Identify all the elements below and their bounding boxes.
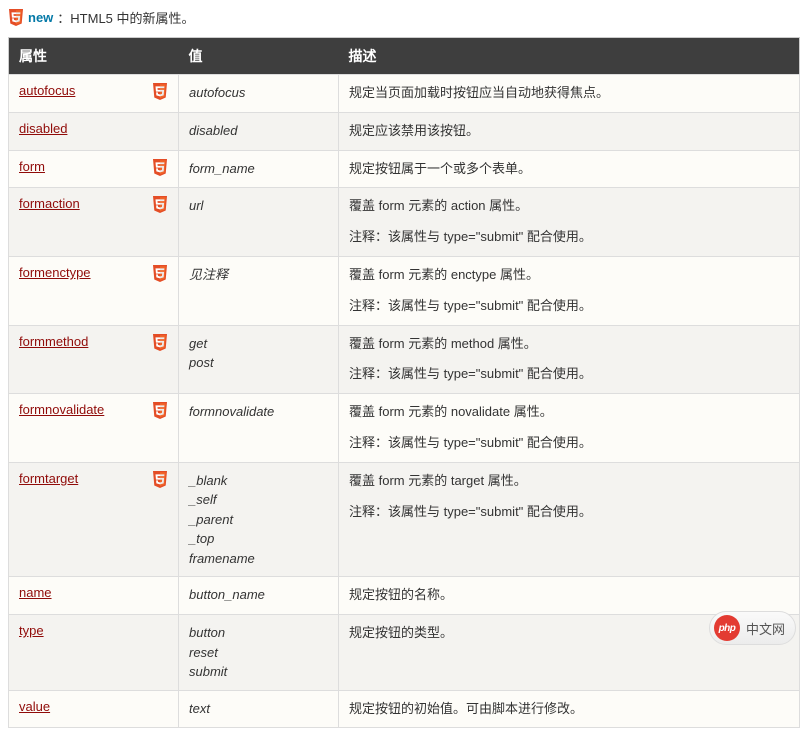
value-text: button_name bbox=[189, 585, 328, 605]
attr-link-form[interactable]: form bbox=[19, 159, 45, 174]
html5-badge-icon bbox=[152, 471, 168, 488]
value-text: _parent bbox=[189, 510, 328, 530]
attr-link-formenctype[interactable]: formenctype bbox=[19, 265, 91, 280]
html5-badge-icon bbox=[152, 159, 168, 176]
desc-text: 规定应该禁用该按钮。 bbox=[349, 121, 789, 142]
desc-text: 注释：该属性与 type="submit" 配合使用。 bbox=[349, 364, 789, 385]
html5-badge-icon bbox=[152, 196, 168, 213]
value-text: _top bbox=[189, 529, 328, 549]
table-row: typebuttonresetsubmit规定按钮的类型。 bbox=[9, 615, 800, 691]
table-row: value text 规定按钮的初始值。可由脚本进行修改。 bbox=[9, 690, 800, 728]
value-text: post bbox=[189, 353, 328, 373]
html5-badge-icon bbox=[152, 334, 168, 351]
table-row: autofocus autofocus 规定当页面加载时按钮应当自动地获得焦点。 bbox=[9, 75, 800, 113]
desc-text: 覆盖 form 元素的 novalidate 属性。 bbox=[349, 402, 789, 423]
watermark-logo-icon: php bbox=[714, 615, 740, 641]
html5-new-note: new ：HTML5 中的新属性。 bbox=[8, 8, 800, 27]
table-row: formenctype 见注释 覆盖 form 元素的 enctype 属性。注释：… bbox=[9, 256, 800, 325]
desc-text: 注释：该属性与 type="submit" 配合使用。 bbox=[349, 433, 789, 454]
desc-text: 注释：该属性与 type="submit" 配合使用。 bbox=[349, 227, 789, 248]
attr-link-value[interactable]: value bbox=[19, 699, 50, 714]
value-text: get bbox=[189, 334, 328, 354]
header-desc: 描述 bbox=[339, 38, 800, 75]
attributes-table: 属性 值 描述 autofocus autofocus 规定当页面加载时按钮应当自动… bbox=[8, 37, 800, 728]
watermark-text: 中文网 bbox=[746, 619, 785, 638]
desc-text: 覆盖 form 元素的 action 属性。 bbox=[349, 196, 789, 217]
header-attr: 属性 bbox=[9, 38, 179, 75]
html5-badge-icon bbox=[152, 265, 168, 282]
attr-link-formnovalidate[interactable]: formnovalidate bbox=[19, 402, 104, 417]
header-val: 值 bbox=[179, 38, 339, 75]
attr-link-formaction[interactable]: formaction bbox=[19, 196, 80, 211]
table-row: name button_name 规定按钮的名称。 bbox=[9, 577, 800, 615]
value-text: text bbox=[189, 699, 328, 719]
value-text: url bbox=[189, 196, 328, 216]
table-row: form form_name 规定按钮属于一个或多个表单。 bbox=[9, 150, 800, 188]
value-text: reset bbox=[189, 643, 328, 663]
attr-link-type[interactable]: type bbox=[19, 623, 44, 638]
value-text: formnovalidate bbox=[189, 402, 328, 422]
value-text: button bbox=[189, 623, 328, 643]
desc-text: 注释：该属性与 type="submit" 配合使用。 bbox=[349, 296, 789, 317]
html5-badge-icon bbox=[152, 402, 168, 419]
table-row: formnovalidate formnovalidate 覆盖 form 元素的 … bbox=[9, 394, 800, 463]
desc-text: 规定按钮属于一个或多个表单。 bbox=[349, 159, 789, 180]
new-description: ：HTML5 中的新属性。 bbox=[57, 8, 194, 27]
desc-text: 规定按钮的初始值。可由脚本进行修改。 bbox=[349, 699, 789, 720]
table-row: formaction url 覆盖 form 元素的 action 属性。注释：该属… bbox=[9, 188, 800, 257]
html5-badge-icon bbox=[8, 9, 24, 26]
value-text: _blank bbox=[189, 471, 328, 491]
watermark-badge: php 中文网 bbox=[709, 611, 796, 645]
new-label: new bbox=[28, 10, 53, 25]
table-row: disabled disabled 规定应该禁用该按钮。 bbox=[9, 112, 800, 150]
html5-badge-icon bbox=[152, 83, 168, 100]
attr-link-formmethod[interactable]: formmethod bbox=[19, 334, 88, 349]
desc-text: 覆盖 form 元素的 target 属性。 bbox=[349, 471, 789, 492]
value-text: 见注释 bbox=[189, 265, 328, 285]
value-text: autofocus bbox=[189, 83, 328, 103]
attr-link-formtarget[interactable]: formtarget bbox=[19, 471, 78, 486]
desc-text: 覆盖 form 元素的 method 属性。 bbox=[349, 334, 789, 355]
attr-link-autofocus[interactable]: autofocus bbox=[19, 83, 75, 98]
desc-text: 规定按钮的名称。 bbox=[349, 585, 789, 606]
desc-text: 规定当页面加载时按钮应当自动地获得焦点。 bbox=[349, 83, 789, 104]
attr-link-name[interactable]: name bbox=[19, 585, 52, 600]
value-text: _self bbox=[189, 490, 328, 510]
desc-text: 覆盖 form 元素的 enctype 属性。 bbox=[349, 265, 789, 286]
table-row: formtarget _blank_self_parent_topframenam… bbox=[9, 462, 800, 577]
value-text: submit bbox=[189, 662, 328, 682]
attr-link-disabled[interactable]: disabled bbox=[19, 121, 67, 136]
value-text: disabled bbox=[189, 121, 328, 141]
value-text: form_name bbox=[189, 159, 328, 179]
table-row: formmethod getpost 覆盖 form 元素的 method 属性。注… bbox=[9, 325, 800, 394]
desc-text: 注释：该属性与 type="submit" 配合使用。 bbox=[349, 502, 789, 523]
value-text: framename bbox=[189, 549, 328, 569]
